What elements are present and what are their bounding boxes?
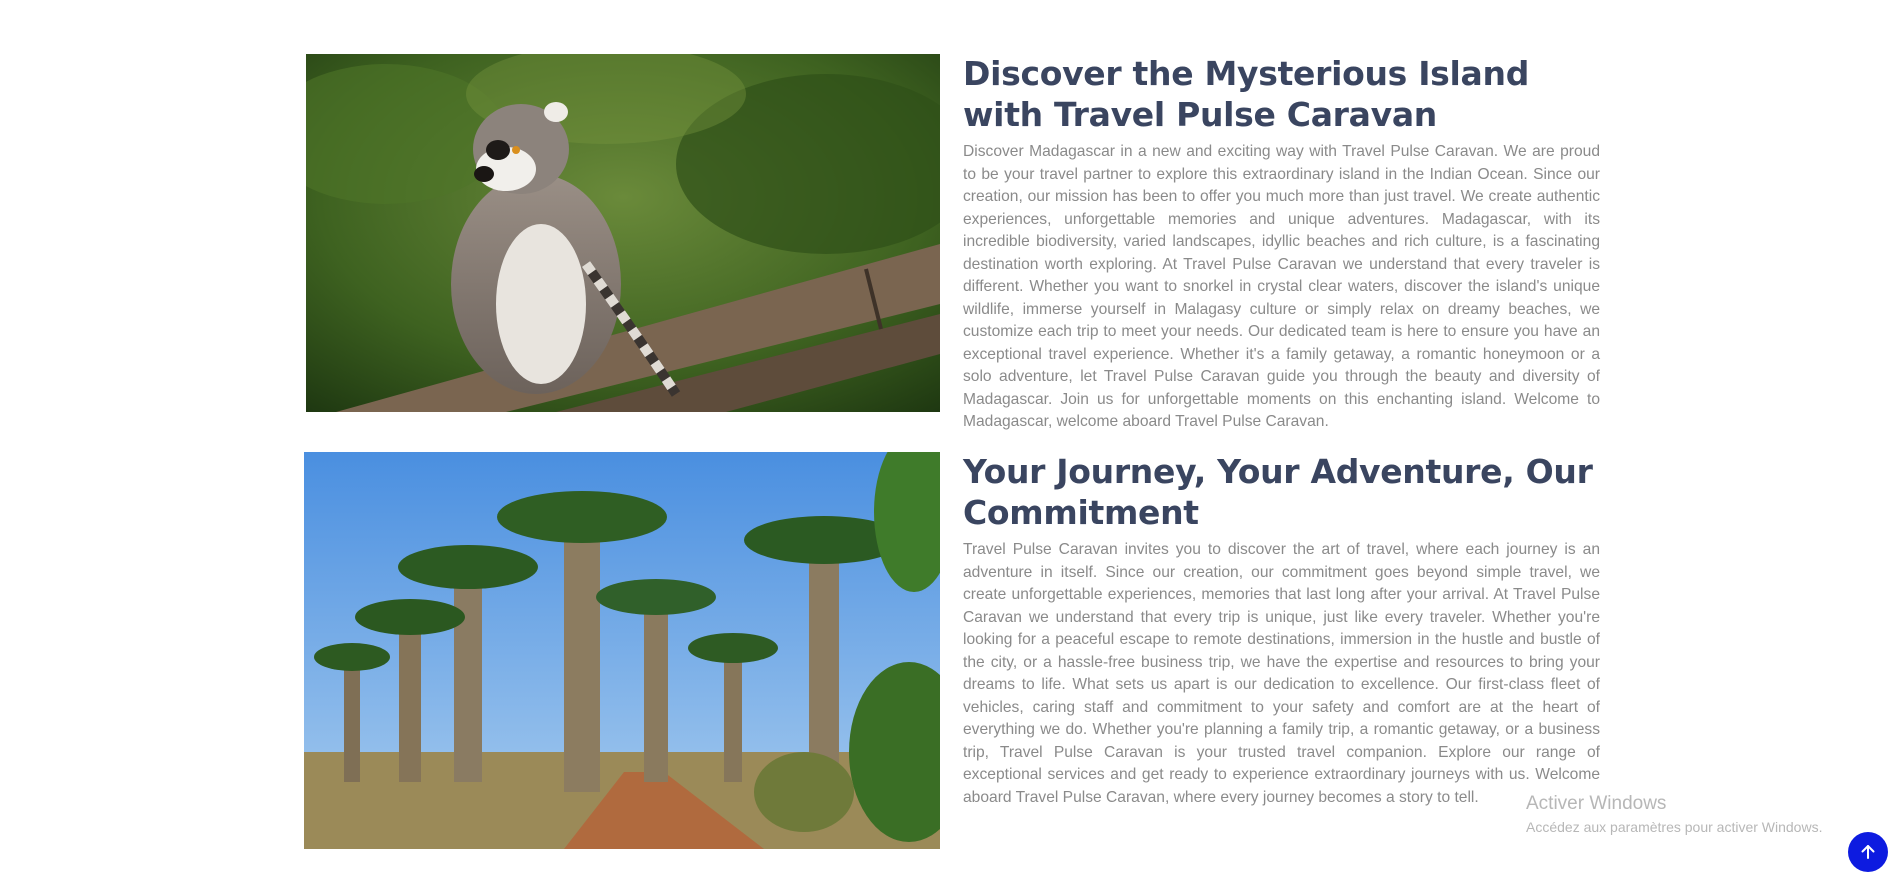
baobab-avenue-image	[304, 452, 940, 849]
scroll-to-top-button[interactable]	[1848, 832, 1888, 872]
windows-activation-watermark: Activer Windows Accédez aux paramètres p…	[1526, 792, 1822, 837]
section-1-text: Discover the Mysterious Island with Trav…	[963, 53, 1600, 434]
arrow-up-icon	[1861, 845, 1875, 859]
watermark-subtitle: Accédez aux paramètres pour activer Wind…	[1526, 819, 1823, 835]
section-paragraph: Travel Pulse Caravan invites you to disc…	[963, 541, 1600, 806]
section-heading: Discover the Mysterious Island with Trav…	[963, 54, 1530, 134]
watermark-title: Activer Windows	[1526, 793, 1667, 814]
section-2-text: Your Journey, Your Adventure, Our Commit…	[963, 451, 1600, 809]
section-paragraph: Discover Madagascar in a new and excitin…	[963, 143, 1600, 430]
section-heading: Your Journey, Your Adventure, Our Commit…	[963, 452, 1593, 532]
lemur-image	[306, 54, 940, 412]
